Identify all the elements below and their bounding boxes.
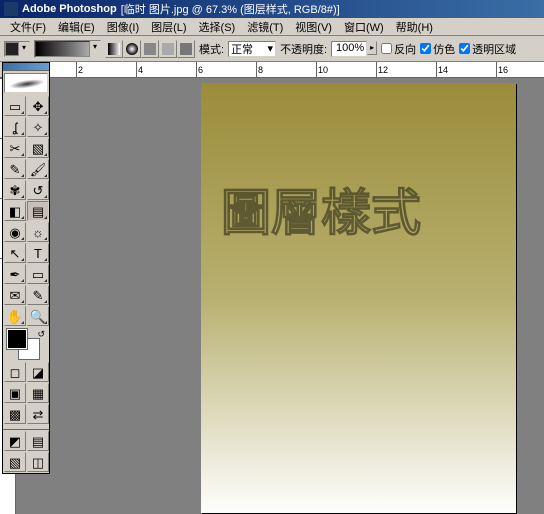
zoom-tool[interactable]: 🔍 [27,306,49,326]
move-tool[interactable]: ✥ [27,96,49,116]
brush-tool[interactable]: 🖌 [27,159,49,179]
app-icon [4,2,18,16]
gradient-type-group [105,40,195,58]
extra-3[interactable]: ▧ [4,452,26,472]
gradient-preview [35,41,90,57]
notes-tool[interactable]: ✉ [4,285,26,305]
blend-mode-label: 模式: [199,41,224,57]
eraser-tool[interactable]: ◧ [4,201,26,221]
opacity-input[interactable]: 100% [331,41,367,57]
dither-checkbox[interactable]: 仿色 [420,41,455,57]
options-bar: ▾ ▾ 模式: 正常▾ 不透明度: 100%▸ 反向 仿色 透明区域 [0,36,544,62]
menu-help[interactable]: 帮助(H) [390,18,439,36]
ruler-tick: 4 [136,62,143,78]
menu-filter[interactable]: 滤镜(T) [241,18,289,36]
panel-grip[interactable] [3,63,49,71]
canvas-viewport[interactable]: 圖層樣式 [16,78,544,514]
title-bar: Adobe Photoshop [临时 图片.jpg @ 67.3% (图层样式… [0,0,544,18]
blend-mode-select[interactable]: 正常▾ [228,41,276,57]
gradient-tool-icon [5,42,19,56]
magic-wand-tool[interactable]: ✧ [27,117,49,137]
quickmask-mode[interactable]: ◪ [27,362,49,382]
menu-layer[interactable]: 图层(L) [145,18,192,36]
gradient-tool[interactable]: ▤ [27,201,49,221]
lasso-tool[interactable]: ʆ [4,117,26,137]
chevron-down-icon: ▾ [90,41,100,55]
extra-1[interactable]: ◩ [4,431,26,451]
opacity-label: 不透明度: [280,41,327,57]
marquee-tool[interactable]: ▭ [4,96,26,116]
pen-tool[interactable]: ✒ [4,264,26,284]
menu-file[interactable]: 文件(F) [4,18,52,36]
ruler-tick: 12 [376,62,388,78]
shape-tool[interactable]: ▭ [27,264,49,284]
reflected-gradient-button[interactable] [159,40,177,58]
brush-preview [4,73,48,93]
reverse-checkbox[interactable]: 反向 [381,41,416,57]
document-canvas[interactable]: 圖層樣式 [201,83,516,513]
extra-4[interactable]: ◫ [27,452,49,472]
workspace: 0246810121416 0246 圖層樣式 [0,62,544,514]
gradient-picker[interactable]: ▾ [34,40,101,58]
radial-gradient-button[interactable] [123,40,141,58]
slice-tool[interactable]: ▧ [27,138,49,158]
menu-edit[interactable]: 编辑(E) [52,18,101,36]
ruler-tick: 10 [316,62,328,78]
imageready-switch[interactable]: ⇄ [27,404,49,424]
standard-mode[interactable]: ◻ [4,362,26,382]
type-tool[interactable]: T [27,243,49,263]
screen-standard[interactable]: ▣ [4,383,26,403]
healing-brush-tool[interactable]: ✎ [4,159,26,179]
horizontal-ruler[interactable]: 0246810121416 [16,62,544,78]
menu-view[interactable]: 视图(V) [289,18,338,36]
swap-colors-icon[interactable]: ↺ [37,329,45,340]
diamond-gradient-button[interactable] [177,40,195,58]
color-swatch-group: ↺ [3,327,49,361]
menu-image[interactable]: 图像(I) [101,18,145,36]
ruler-tick: 8 [256,62,263,78]
ruler-tick: 2 [76,62,83,78]
document-title: [临时 图片.jpg @ 67.3% (图层样式, RGB/8#)] [121,1,340,17]
tool-preset-picker[interactable]: ▾ [4,41,30,57]
toolbox-panel[interactable]: ▭✥ʆ✧✂▧✎🖌✾↺◧▤◉☼↖T✒▭✉✎✋🔍 ↺ ◻◪▣▦▩⇄ ◩▤▧◫ [2,62,50,474]
ruler-tick: 16 [496,62,508,78]
tool-grid: ▭✥ʆ✧✂▧✎🖌✾↺◧▤◉☼↖T✒▭✉✎✋🔍 [3,95,49,327]
angle-gradient-button[interactable] [141,40,159,58]
history-brush-tool[interactable]: ↺ [27,180,49,200]
ruler-tick: 14 [436,62,448,78]
menu-bar: 文件(F) 编辑(E) 图像(I) 图层(L) 选择(S) 滤镜(T) 视图(V… [0,18,544,36]
ruler-tick: 6 [196,62,203,78]
linear-gradient-button[interactable] [105,40,123,58]
hand-tool[interactable]: ✋ [4,306,26,326]
chevron-down-icon: ▾ [19,42,29,56]
blur-tool[interactable]: ◉ [4,222,26,242]
eyedropper-tool[interactable]: ✎ [27,285,49,305]
menu-select[interactable]: 选择(S) [193,18,242,36]
screen-full-menus[interactable]: ▦ [27,383,49,403]
dodge-tool[interactable]: ☼ [27,222,49,242]
extra-palette: ◩▤▧◫ [3,429,49,473]
path-selection-tool[interactable]: ↖ [4,243,26,263]
crop-tool[interactable]: ✂ [4,138,26,158]
extra-2[interactable]: ▤ [27,431,49,451]
clone-stamp-tool[interactable]: ✾ [4,180,26,200]
foreground-color-swatch[interactable] [7,329,27,349]
chevron-down-icon: ▾ [268,42,274,55]
opacity-stepper[interactable]: ▸ [367,41,377,55]
app-name: Adobe Photoshop [22,3,117,15]
transparency-checkbox[interactable]: 透明区域 [459,41,516,57]
menu-window[interactable]: 窗口(W) [338,18,390,36]
text-selection-marquee: 圖層樣式 [221,173,421,245]
mode-button-row: ◻◪▣▦▩⇄ [3,361,49,425]
screen-full[interactable]: ▩ [4,404,26,424]
